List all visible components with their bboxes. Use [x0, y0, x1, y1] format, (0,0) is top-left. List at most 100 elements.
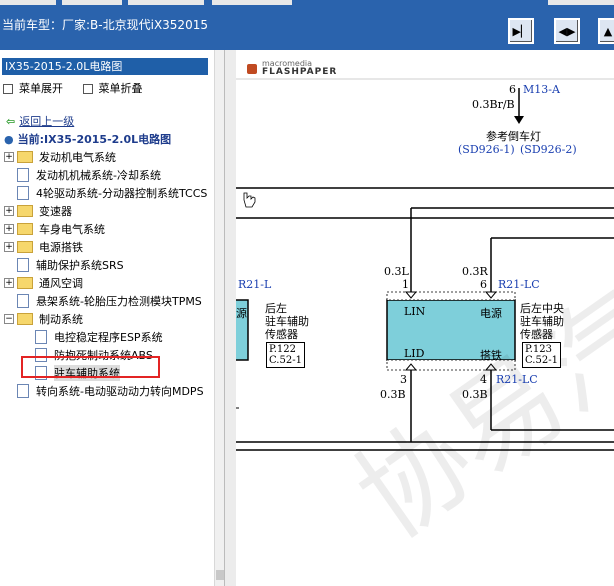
- vehicle-model-title: 当前车型：厂家:B-北京现代iX352015: [2, 18, 208, 32]
- tree-item[interactable]: + 发动机电气系统: [4, 148, 116, 166]
- expand-icon: [3, 84, 13, 94]
- top-connector-label: M13-A: [523, 83, 560, 96]
- left-page-reference[interactable]: P.122 C.52-1: [266, 342, 305, 368]
- watermark: 协易汽车: [334, 205, 614, 562]
- tree-item[interactable]: + 电源搭铁: [4, 238, 83, 256]
- box-ground-label: 搭铁: [480, 349, 502, 362]
- center-pin-l: 1: [402, 278, 409, 291]
- back-arrow-icon: ⇦: [6, 115, 16, 128]
- current-location: ● 当前:IX35-2015-2.0L电路图: [4, 131, 171, 147]
- fit-width-button[interactable]: ◀▶: [554, 18, 580, 44]
- center-pin-r: 6: [480, 278, 487, 291]
- left-connector-label: R21-L: [238, 278, 272, 291]
- folder-icon: [17, 241, 33, 253]
- top-pin-label: 6: [509, 83, 516, 96]
- top-tab-4[interactable]: [212, 0, 292, 5]
- reference-code-1[interactable]: (SD926-1): [458, 143, 515, 156]
- center-ref-conn: C.52-1: [525, 355, 558, 366]
- scrollbar-thumb[interactable]: [216, 570, 224, 580]
- reference-code-2[interactable]: (SD926-2): [520, 143, 577, 156]
- bottom-pin-l: 3: [400, 373, 407, 386]
- center-ref-page: P.123: [525, 344, 552, 355]
- expand-toggle-icon[interactable]: +: [4, 206, 14, 216]
- selected-item-highlight: [21, 356, 160, 378]
- tree-item-label: 电控稳定程序ESP系统: [54, 331, 163, 344]
- fit-height-button[interactable]: ▲: [598, 18, 614, 44]
- center-wire-r: 0.3R: [462, 265, 488, 278]
- back-link-label: 返回上一级: [19, 115, 75, 128]
- tree-item[interactable]: + 通风空调: [4, 274, 83, 292]
- tree-item[interactable]: 转向系统-电动驱动动力转向MDPS: [4, 382, 204, 400]
- document-icon: [17, 384, 29, 398]
- tree-item-label: 转向系统-电动驱动动力转向MDPS: [36, 385, 204, 398]
- fit-height-icon: ▲: [603, 24, 613, 38]
- tree-item-label: 制动系统: [39, 313, 83, 326]
- menu-collapse-button[interactable]: 菜单折叠: [82, 80, 143, 96]
- folder-icon: [17, 223, 33, 235]
- fit-width-icon: ◀▶: [558, 24, 576, 38]
- document-icon: [17, 168, 29, 182]
- tree-item-label: 发动机电气系统: [39, 151, 116, 164]
- box-power-label: 电源: [480, 307, 502, 320]
- menu-collapse-label: 菜单折叠: [98, 82, 143, 95]
- top-tab-5[interactable]: [548, 0, 614, 5]
- tree-item[interactable]: 辅助保护系统SRS: [4, 256, 124, 274]
- document-icon: [17, 258, 29, 272]
- box-lid-label: LID: [404, 347, 425, 360]
- expand-toggle-icon[interactable]: +: [4, 242, 14, 252]
- top-tab-3[interactable]: [128, 0, 204, 5]
- bottom-pin-r: 4: [480, 373, 487, 386]
- document-icon: [17, 186, 29, 200]
- expand-toggle-icon[interactable]: +: [4, 152, 14, 162]
- tree-item[interactable]: 悬架系统-轮胎压力检测模块TPMS: [4, 292, 202, 310]
- tree-item[interactable]: 4轮驱动系统-分动器控制系统TCCS: [4, 184, 207, 202]
- fit-page-icon: ▶▏: [512, 24, 530, 38]
- tree-item-label: 4轮驱动系统-分动器控制系统TCCS: [36, 187, 208, 200]
- top-tab-2[interactable]: [62, 0, 122, 5]
- box-lin-label: LIN: [404, 305, 426, 318]
- folder-icon: [17, 277, 33, 289]
- top-tab-1[interactable]: [0, 0, 56, 5]
- tree-item[interactable]: 电控稳定程序ESP系统: [22, 328, 163, 346]
- tree-item-label: 通风空调: [39, 277, 83, 290]
- bottom-connector-label: R21-LC: [496, 373, 538, 386]
- back-link[interactable]: ⇦ 返回上一级: [6, 113, 74, 129]
- fit-page-button[interactable]: ▶▏: [508, 18, 534, 44]
- hand-cursor-icon: [243, 192, 256, 208]
- title-bar: 当前车型：厂家:B-北京现代iX352015 ▶▏ ◀▶ ▲: [0, 0, 614, 50]
- center-sensor-line3: 传感器: [520, 328, 553, 341]
- folder-icon: [17, 313, 33, 325]
- expand-toggle-icon[interactable]: +: [4, 224, 14, 234]
- left-ref-page: P.122: [269, 344, 296, 355]
- center-connector-top: R21-LC: [498, 278, 540, 291]
- tree-item-label: 悬架系统-轮胎压力检测模块TPMS: [36, 295, 202, 308]
- current-location-label: 当前:IX35-2015-2.0L电路图: [17, 133, 172, 146]
- collapse-icon: [82, 84, 93, 94]
- tree-item[interactable]: − 制动系统: [4, 310, 83, 328]
- tree-item[interactable]: + 变速器: [4, 202, 72, 220]
- tree-item-label: 辅助保护系统SRS: [36, 259, 124, 272]
- sidebar-header: IX35-2015-2.0L电路图: [2, 58, 208, 75]
- menu-expand-label: 菜单展开: [19, 82, 63, 95]
- collapse-toggle-icon[interactable]: −: [4, 314, 14, 324]
- tree-item-label: 车身电气系统: [39, 223, 105, 236]
- tree-item-label: 发动机机械系统-冷却系统: [36, 169, 161, 182]
- document-icon: [17, 294, 29, 308]
- reference-label: 参考倒车灯: [486, 130, 541, 143]
- center-page-reference[interactable]: P.123 C.52-1: [522, 342, 561, 368]
- folder-icon: [17, 151, 33, 163]
- folder-icon: [17, 205, 33, 217]
- menu-expand-button[interactable]: 菜单展开: [3, 80, 63, 96]
- left-sensor-line3: 传感器: [265, 328, 298, 341]
- bottom-wire-r: 0.3B: [462, 388, 488, 401]
- tree-item[interactable]: 发动机机械系统-冷却系统: [4, 166, 161, 184]
- top-wire-label: 0.3Br/B: [472, 98, 515, 111]
- bottom-wire-l: 0.3B: [380, 388, 406, 401]
- left-box-text: 源: [236, 307, 247, 320]
- tree-item[interactable]: + 车身电气系统: [4, 220, 105, 238]
- left-ref-conn: C.52-1: [269, 355, 302, 366]
- document-icon: [35, 330, 47, 344]
- tree-item-label: 变速器: [39, 205, 72, 218]
- user-icon: ●: [4, 133, 14, 146]
- expand-toggle-icon[interactable]: +: [4, 278, 14, 288]
